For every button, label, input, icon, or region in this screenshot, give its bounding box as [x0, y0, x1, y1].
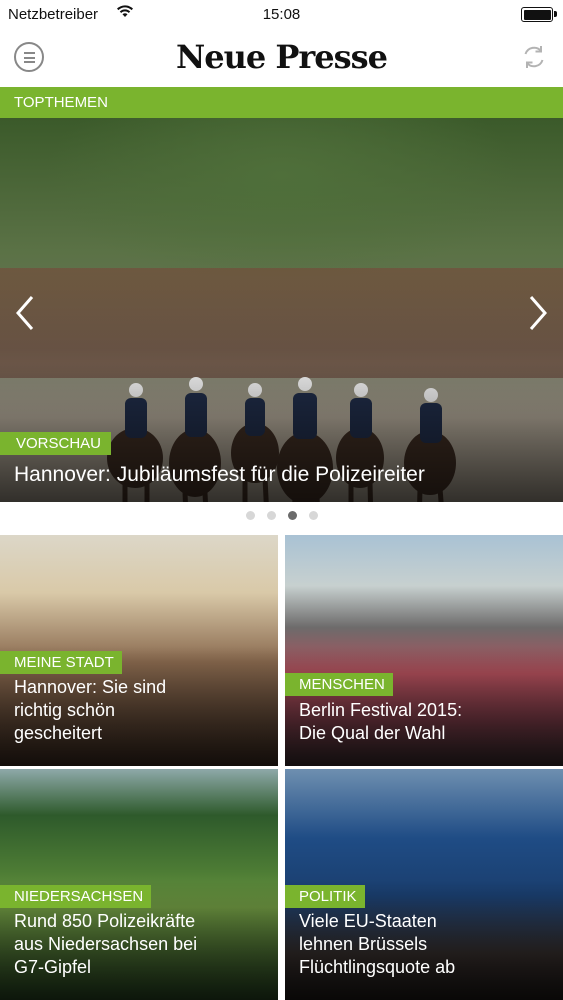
headline-line: Hannover: Sie sind	[14, 677, 167, 697]
hero-carousel[interactable]: VORSCHAU Hannover: Jubiläumsfest für die…	[0, 118, 563, 502]
headline-line: Berlin Festival 2015:	[299, 700, 463, 720]
section-title: TOPTHEMEN	[14, 94, 108, 111]
app-logo: Neue Presse	[175, 38, 388, 76]
category-badge: MENSCHEN	[285, 673, 393, 696]
carousel-page-indicator[interactable]	[0, 511, 563, 520]
headline-line: Die Qual der Wahl	[299, 723, 446, 743]
status-bar: Netzbetreiber 15:08	[0, 0, 563, 30]
chevron-right-icon[interactable]	[525, 293, 551, 333]
page-dot[interactable]	[308, 511, 318, 520]
clock: 15:08	[262, 6, 301, 23]
article-card[interactable]: POLITIK Viele EU-Staaten lehnen Brüssels…	[285, 769, 563, 1000]
article-card[interactable]: NIEDERSACHSEN Rund 850 Polizeikräfte aus…	[0, 769, 278, 1000]
nav-bar: Neue Presse	[0, 30, 563, 87]
headline-line: Rund 850 Polizeikräfte	[14, 911, 196, 931]
headline-line: richtig schön	[14, 700, 116, 720]
page-dot-active[interactable]	[287, 511, 297, 520]
category-badge: POLITIK	[285, 885, 365, 908]
section-header: TOPTHEMEN	[0, 87, 563, 118]
article-card[interactable]: MENSCHEN Berlin Festival 2015: Die Qual …	[285, 535, 563, 766]
headline-line: lehnen Brüssels	[299, 934, 428, 954]
battery-icon	[521, 7, 557, 22]
hero-category-badge: VORSCHAU	[0, 432, 112, 455]
headline-line: Viele EU-Staaten	[299, 911, 437, 931]
refresh-icon[interactable]	[519, 42, 549, 72]
headline-line: gescheitert	[14, 723, 103, 743]
headline-line: G7-Gipfel	[14, 957, 92, 977]
article-headline: Berlin Festival 2015: Die Qual der Wahl	[299, 699, 553, 745]
chevron-left-icon[interactable]	[12, 293, 38, 333]
article-card[interactable]: MEINE STADT Hannover: Sie sind richtig s…	[0, 535, 278, 766]
headline-line: aus Niedersachsen bei	[14, 934, 198, 954]
page-dot[interactable]	[266, 511, 276, 520]
article-headline: Hannover: Sie sind richtig schön geschei…	[14, 676, 268, 745]
hero-headline[interactable]: Hannover: Jubiläumsfest für die Polizeir…	[14, 463, 425, 487]
article-headline: Rund 850 Polizeikräfte aus Niedersachsen…	[14, 910, 268, 979]
headline-line: Flüchtlingsquote ab	[299, 957, 456, 977]
category-badge: MEINE STADT	[0, 651, 122, 674]
category-badge: NIEDERSACHSEN	[0, 885, 152, 908]
article-headline: Viele EU-Staaten lehnen Brüssels Flüchtl…	[299, 910, 553, 979]
page-dot[interactable]	[245, 511, 255, 520]
